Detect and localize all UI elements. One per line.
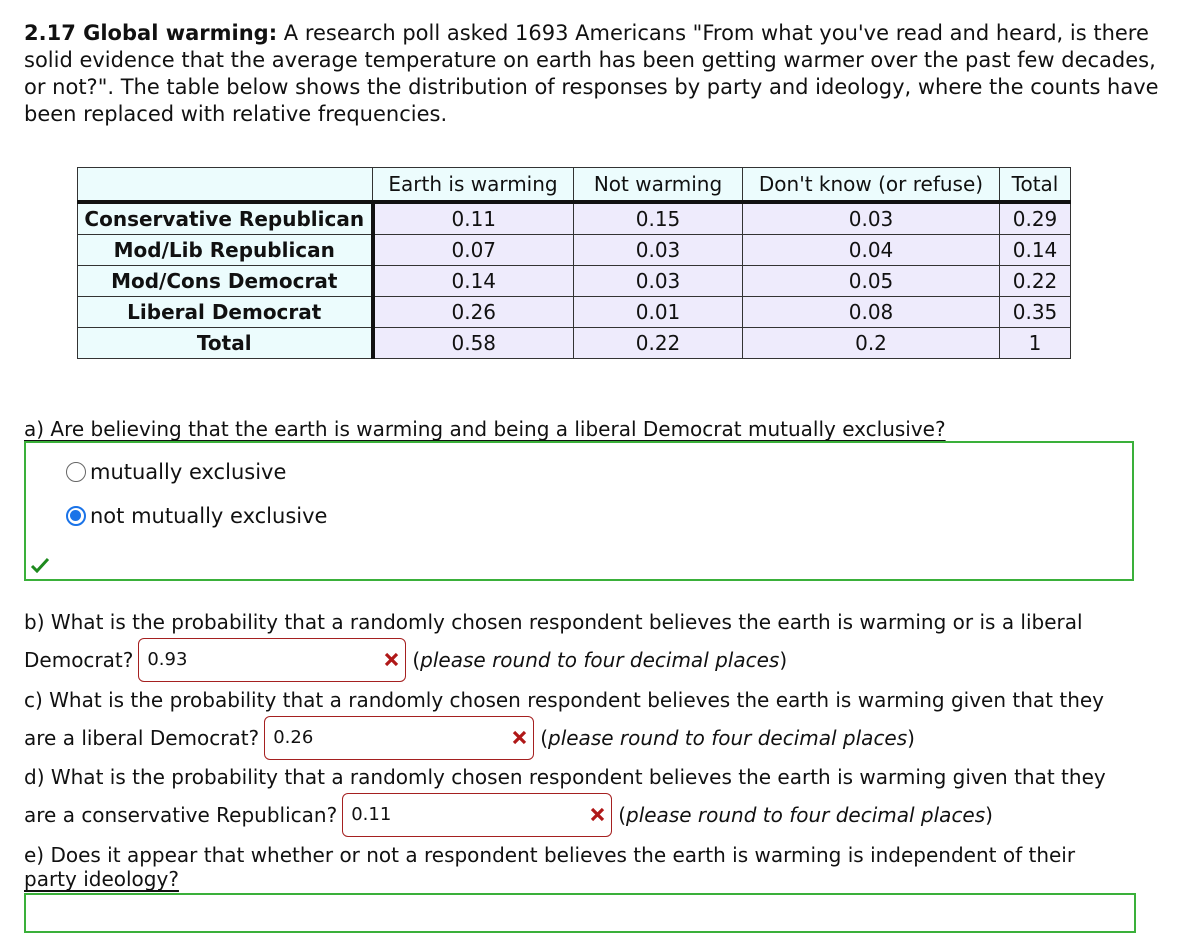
input-value: 0.26 xyxy=(273,727,314,748)
question-c: c) What is the probability that a random… xyxy=(24,687,1104,714)
hint-b: (please round to four decimal places) xyxy=(412,647,788,672)
hint-c: (please round to four decimal places) xyxy=(540,725,915,750)
table-cell: 0.03 xyxy=(742,201,1000,235)
question-e-text: e) Does it appear that whether or not a … xyxy=(24,843,1076,867)
frequency-table: Earth is warming Not warming Don't know … xyxy=(77,167,1071,359)
table-cell: 0.2 xyxy=(742,327,1000,359)
table-cell: 0.14 xyxy=(372,265,574,297)
table-cell: 0.03 xyxy=(573,265,743,297)
table-row-total: Total 0.58 0.22 0.2 1 xyxy=(77,327,1071,359)
input-value: 0.11 xyxy=(351,804,392,825)
table-cell: 0.04 xyxy=(742,234,1000,266)
question-d-text-2: are a conservative Republican? xyxy=(24,802,338,827)
option-label: not mutually exclusive xyxy=(90,504,328,528)
table-cell: 0.14 xyxy=(999,234,1071,266)
table-row: Mod/Cons Democrat 0.14 0.03 0.05 0.22 xyxy=(77,265,1071,297)
question-b-text: b) What is the probability that a random… xyxy=(24,610,1083,634)
column-header: Don't know (or refuse) xyxy=(742,167,1000,204)
column-header: Earth is warming xyxy=(372,167,574,204)
question-c-answer-line: are a liberal Democrat? 0.26 (please rou… xyxy=(24,716,915,760)
row-label: Conservative Republican xyxy=(77,201,375,235)
question-b-text-2: Democrat? xyxy=(24,647,134,672)
question-c-text-2: are a liberal Democrat? xyxy=(24,725,260,750)
incorrect-x-icon xyxy=(513,730,527,745)
question-d-answer-line: are a conservative Republican? 0.11 (ple… xyxy=(24,793,993,837)
option-not-mutually-exclusive[interactable]: not mutually exclusive xyxy=(66,504,327,528)
hint-d: (please round to four decimal places) xyxy=(618,802,993,827)
table-cell: 0.22 xyxy=(999,265,1071,297)
table-cell: 0.22 xyxy=(573,327,743,359)
option-mutually-exclusive[interactable]: mutually exclusive xyxy=(66,460,286,484)
row-label: Mod/Lib Republican xyxy=(77,234,375,266)
problem-title: 2.17 Global warming: xyxy=(24,21,278,45)
table-cell: 1 xyxy=(999,327,1071,359)
question-b-answer-line: Democrat? 0.93 (please round to four dec… xyxy=(24,638,787,682)
table-cell: 0.58 xyxy=(372,327,574,359)
table-cell: 0.03 xyxy=(573,234,743,266)
question-b: b) What is the probability that a random… xyxy=(24,609,1083,636)
option-label: mutually exclusive xyxy=(90,460,287,484)
answer-input-d[interactable]: 0.11 xyxy=(342,793,613,837)
radio-button-selected[interactable] xyxy=(66,506,86,526)
table-cell: 0.05 xyxy=(742,265,1000,297)
answer-box-e xyxy=(24,893,1136,933)
column-header: Total xyxy=(999,167,1071,204)
row-label: Total xyxy=(77,327,375,359)
table-row: Liberal Democrat 0.26 0.01 0.08 0.35 xyxy=(77,296,1071,328)
table-cell: 0.35 xyxy=(999,296,1071,328)
table-cell: 0.08 xyxy=(742,296,1000,328)
column-header: Not warming xyxy=(573,167,743,204)
incorrect-x-icon xyxy=(385,652,399,667)
table-cell: 0.15 xyxy=(573,201,743,235)
table-cell: 0.29 xyxy=(999,201,1071,235)
table-cell: 0.11 xyxy=(372,201,574,235)
answer-box-a: mutually exclusive not mutually exclusiv… xyxy=(24,441,1134,581)
answer-input-c[interactable]: 0.26 xyxy=(264,716,535,760)
table-corner-cell xyxy=(77,167,373,204)
question-e-text-2: party ideology? xyxy=(24,867,179,891)
checkmark-icon xyxy=(30,557,50,573)
table-cell: 0.26 xyxy=(372,296,574,328)
answer-input-b[interactable]: 0.93 xyxy=(138,638,407,682)
question-d: d) What is the probability that a random… xyxy=(24,764,1106,791)
table-row: Mod/Lib Republican 0.07 0.03 0.04 0.14 xyxy=(77,234,1071,266)
table-header-row: Earth is warming Not warming Don't know … xyxy=(77,167,1071,204)
incorrect-x-icon xyxy=(591,807,605,822)
row-label: Mod/Cons Democrat xyxy=(77,265,375,297)
table-row: Conservative Republican 0.11 0.15 0.03 0… xyxy=(77,201,1071,235)
question-d-text: d) What is the probability that a random… xyxy=(24,765,1106,789)
row-label: Liberal Democrat xyxy=(77,296,375,328)
table-cell: 0.01 xyxy=(573,296,743,328)
question-e: e) Does it appear that whether or not a … xyxy=(24,843,1075,891)
table-cell: 0.07 xyxy=(372,234,574,266)
question-a: a) Are believing that the earth is warmi… xyxy=(24,417,946,441)
problem-intro: 2.17 Global warming: A research poll ask… xyxy=(24,20,1174,128)
question-c-text: c) What is the probability that a random… xyxy=(24,688,1105,712)
radio-button[interactable] xyxy=(66,462,86,482)
input-value: 0.93 xyxy=(147,649,188,670)
